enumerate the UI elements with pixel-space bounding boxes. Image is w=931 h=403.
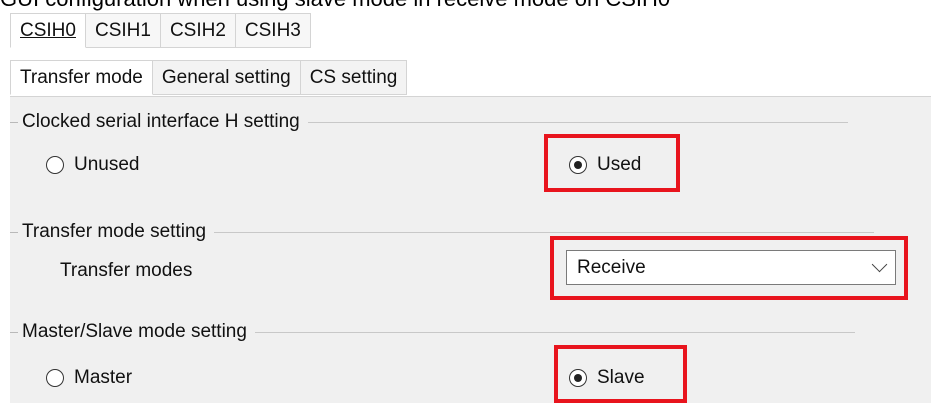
tab-transfer-mode-label: Transfer mode: [20, 67, 143, 88]
figure-caption: GUI configuration when using slave mode …: [0, 0, 670, 12]
radio-unused-label: Unused: [74, 154, 140, 175]
tab-general-setting[interactable]: General setting: [152, 60, 301, 95]
radio-slave-label: Slave: [597, 367, 645, 388]
group-csih-title: Clocked serial interface H setting: [22, 111, 300, 132]
tab-transfer-mode[interactable]: Transfer mode: [10, 60, 153, 95]
tab-csih0[interactable]: CSIH0: [10, 13, 86, 48]
group-tick: [10, 331, 18, 333]
settings-tab-strip: Transfer mode General setting CS setting: [10, 60, 408, 95]
radio-used-checked-circle-icon: [569, 156, 587, 174]
radio-master[interactable]: Master: [46, 367, 132, 389]
group-transfer-mode-setting: Transfer mode setting: [10, 221, 875, 243]
tab-csih1-label: CSIH1: [94, 20, 151, 41]
radio-slave-checked-circle-icon: [569, 369, 587, 387]
tab-cs-setting[interactable]: CS setting: [300, 60, 408, 95]
group-transfer-title: Transfer mode setting: [22, 221, 207, 242]
screenshot-page: GUI configuration when using slave mode …: [0, 0, 931, 403]
tab-csih0-label: CSIH0: [20, 20, 76, 41]
csih-tab-strip: CSIH0 CSIH1 CSIH2 CSIH3: [10, 13, 311, 48]
group-divider: [254, 331, 855, 333]
radio-unused-circle-icon: [46, 156, 64, 174]
settings-panel: Clocked serial interface H setting Unuse…: [10, 96, 931, 403]
radio-master-label: Master: [74, 367, 133, 388]
tab-csih2[interactable]: CSIH2: [160, 13, 236, 48]
tab-general-setting-label: General setting: [161, 67, 291, 88]
radio-unused[interactable]: Unused: [46, 154, 140, 176]
group-divider: [307, 121, 848, 123]
radio-slave[interactable]: Slave: [569, 367, 645, 389]
group-csih-setting: Clocked serial interface H setting: [10, 111, 848, 133]
tab-csih3[interactable]: CSIH3: [235, 13, 311, 48]
group-tick: [10, 231, 18, 233]
radio-used[interactable]: Used: [569, 154, 641, 176]
chevron-down-icon: [871, 256, 888, 273]
radio-used-label: Used: [597, 154, 642, 175]
tab-csih1[interactable]: CSIH1: [85, 13, 161, 48]
group-master-slave-setting: Master/Slave mode setting: [10, 321, 855, 343]
transfer-modes-dropdown[interactable]: Receive: [566, 250, 896, 285]
group-master-slave-title: Master/Slave mode setting: [22, 321, 247, 342]
group-tick: [10, 121, 18, 123]
tab-csih3-label: CSIH3: [244, 20, 301, 41]
tab-cs-setting-label: CS setting: [309, 67, 398, 88]
transfer-modes-label: Transfer modes: [60, 260, 193, 281]
radio-master-circle-icon: [46, 369, 64, 387]
transfer-modes-selected-value: Receive: [577, 256, 646, 278]
group-divider: [214, 231, 875, 233]
tab-csih2-label: CSIH2: [169, 20, 226, 41]
